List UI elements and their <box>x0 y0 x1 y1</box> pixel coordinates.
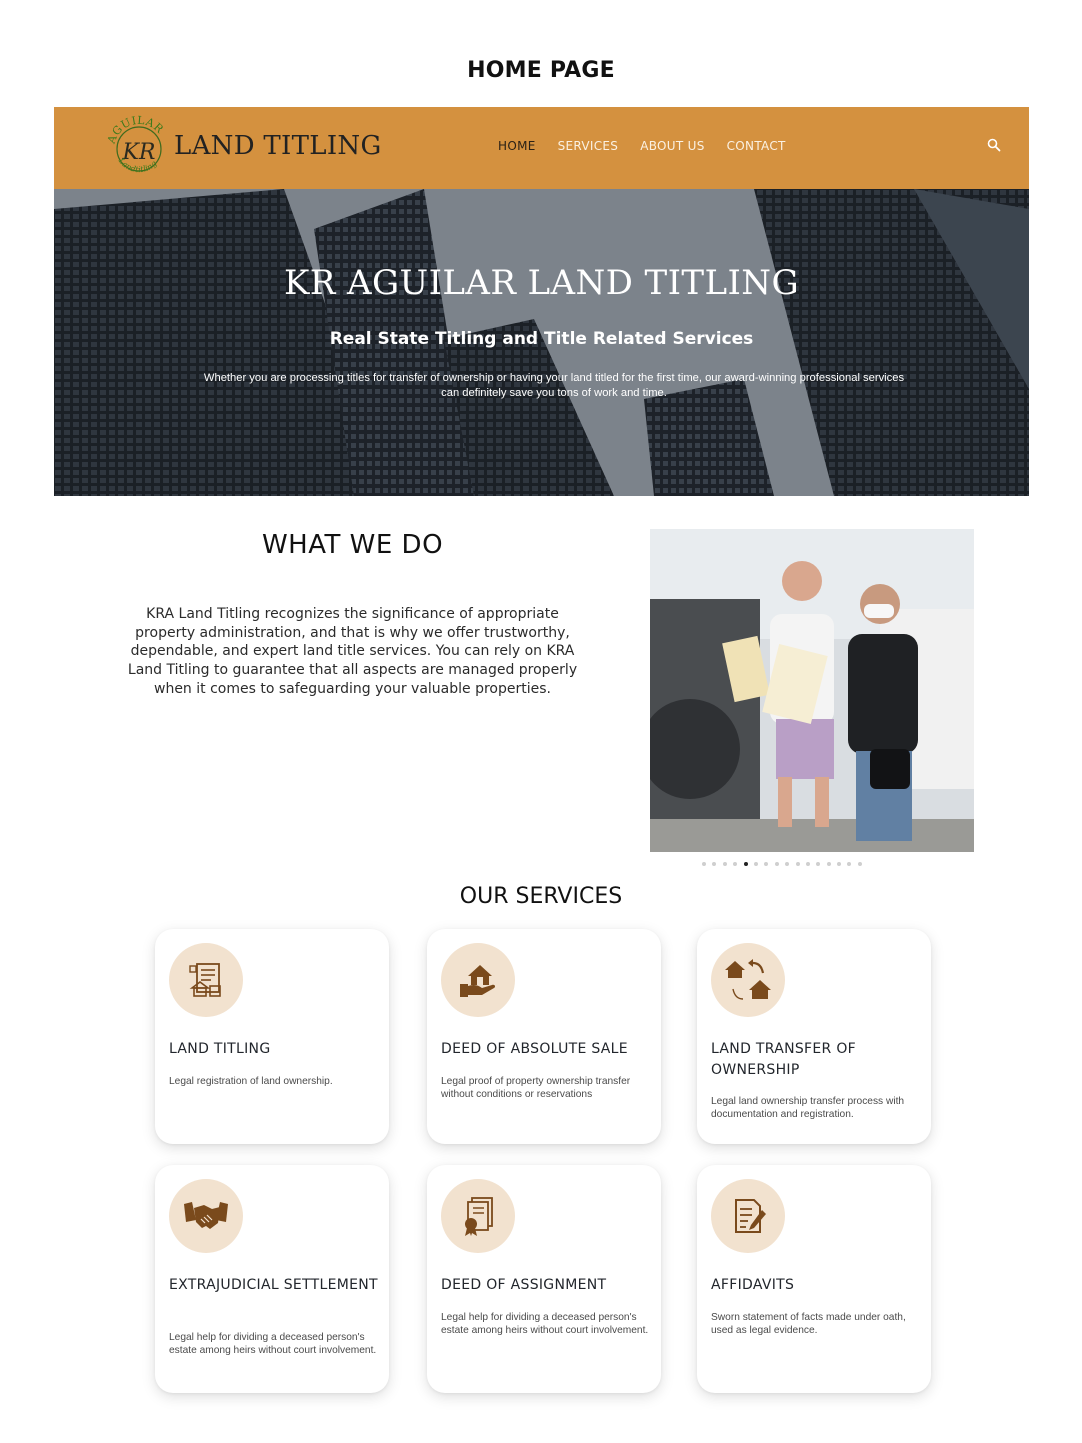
carousel-dot[interactable] <box>764 862 769 866</box>
service-title: LAND TRANSFER OF OWNERSHIP <box>711 1041 856 1078</box>
service-title: AFFIDAVITS <box>711 1277 795 1293</box>
what-we-do-heading: WHAT WE DO <box>261 530 444 560</box>
service-card-land-titling[interactable]: LAND TITLING Legal registration of land … <box>155 929 389 1144</box>
house-hand-icon <box>441 943 515 1017</box>
service-description: Legal land ownership transfer process wi… <box>711 1096 905 1121</box>
nav-contact[interactable]: CONTACT <box>727 139 786 153</box>
service-title: LAND TITLING <box>169 1041 271 1057</box>
land-document-icon <box>169 943 243 1017</box>
service-description: Legal proof of property ownership transf… <box>441 1076 631 1101</box>
nav-services[interactable]: SERVICES <box>558 139 619 153</box>
carousel-dot[interactable] <box>702 862 706 866</box>
service-card-extrajudicial-settlement[interactable]: EXTRAJUDICIAL SETTLEMENT Legal help for … <box>155 1165 389 1393</box>
carousel-dots <box>702 862 862 866</box>
carousel-dot[interactable] <box>847 862 852 866</box>
clients-photo <box>650 529 974 852</box>
document-pen-icon <box>711 1179 785 1253</box>
service-card-land-transfer[interactable]: LAND TRANSFER OF OWNERSHIP Legal land ow… <box>697 929 931 1144</box>
service-description: Sworn statement of facts made under oath… <box>711 1312 906 1337</box>
service-description: Legal registration of land ownership. <box>169 1076 333 1087</box>
site-header: AGUILAR KR Landtitling LAND TITLING HOME… <box>54 107 1029 189</box>
carousel-dot[interactable] <box>743 862 748 866</box>
handshake-icon <box>169 1179 243 1253</box>
service-title: DEED OF ASSIGNMENT <box>441 1277 607 1293</box>
certificate-icon <box>441 1179 515 1253</box>
carousel-dot[interactable] <box>857 862 862 866</box>
service-title: EXTRAJUDICIAL SETTLEMENT <box>169 1277 378 1293</box>
service-card-affidavits[interactable]: AFFIDAVITS Sworn statement of facts made… <box>697 1165 931 1393</box>
nav-home[interactable]: HOME <box>498 139 536 153</box>
hero-description: Whether you are processing titles for tr… <box>203 372 905 399</box>
service-description: Legal help for dividing a deceased perso… <box>441 1312 649 1337</box>
logo-icon[interactable]: AGUILAR KR Landtitling <box>104 113 174 183</box>
carousel-dot[interactable] <box>753 862 758 866</box>
services-heading: OUR SERVICES <box>459 884 623 909</box>
carousel-dot[interactable] <box>795 862 800 866</box>
service-description: Legal help for dividing a deceased perso… <box>169 1332 377 1357</box>
house-exchange-icon <box>711 943 785 1017</box>
carousel-dot[interactable] <box>733 862 738 866</box>
service-card-deed-of-assignment[interactable]: DEED OF ASSIGNMENT Legal help for dividi… <box>427 1165 661 1393</box>
search-icon[interactable] <box>986 137 1002 153</box>
logo-text[interactable]: LAND TITLING <box>174 131 382 161</box>
carousel-dot[interactable] <box>774 862 779 866</box>
carousel-dot[interactable] <box>712 862 717 866</box>
carousel-dot[interactable] <box>805 862 810 866</box>
hero-subtitle: Real State Titling and Title Related Ser… <box>329 329 754 349</box>
main-nav: HOME SERVICES ABOUT US CONTACT <box>498 139 786 153</box>
hero-banner: KR AGUILAR LAND TITLING Real State Titli… <box>54 189 1029 496</box>
what-we-do-text: KRA Land Titling recognizes the signific… <box>127 606 578 697</box>
service-card-deed-of-absolute-sale[interactable]: DEED OF ABSOLUTE SALE Legal proof of pro… <box>427 929 661 1144</box>
service-title: DEED OF ABSOLUTE SALE <box>441 1041 628 1057</box>
carousel-dot[interactable] <box>826 862 831 866</box>
carousel-dot[interactable] <box>722 862 727 866</box>
page-title: HOME PAGE <box>467 58 615 83</box>
hero-title: KR AGUILAR LAND TITLING <box>284 263 799 303</box>
carousel-dot[interactable] <box>837 862 842 866</box>
carousel-dot[interactable] <box>785 862 790 866</box>
carousel-dot[interactable] <box>816 862 821 866</box>
nav-about-us[interactable]: ABOUT US <box>640 139 704 153</box>
